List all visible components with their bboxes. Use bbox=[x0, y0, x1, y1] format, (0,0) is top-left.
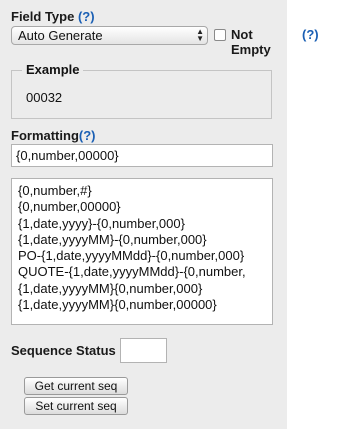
not-empty-help-link[interactable]: (?) bbox=[302, 27, 319, 42]
format-presets-list[interactable]: {0,number,#} {0,number,00000} {1,date,yyyy… bbox=[11, 178, 273, 325]
formatting-input[interactable]: {0,number,00000} bbox=[11, 144, 273, 167]
field-type-select[interactable]: Auto Generate ▲ ▼ bbox=[11, 26, 208, 45]
example-legend: Example bbox=[22, 62, 84, 77]
example-value: 00032 bbox=[26, 90, 63, 105]
formatting-help-link[interactable]: (?) bbox=[79, 128, 96, 143]
get-current-seq-button[interactable]: Get current seq bbox=[24, 377, 128, 395]
select-arrows-icon: ▲ ▼ bbox=[196, 27, 204, 43]
format-option[interactable]: {0,number,#} bbox=[18, 183, 272, 199]
format-option[interactable]: {1,date,yyyyMM}{0,number,000} bbox=[18, 281, 272, 297]
sequence-status-label: Sequence Status bbox=[11, 343, 116, 358]
set-current-seq-button[interactable]: Set current seq bbox=[24, 397, 128, 415]
field-settings-panel: Field Type (?) Auto Generate ▲ ▼ Not Empt… bbox=[0, 0, 319, 429]
field-type-label: Field Type (?) bbox=[11, 9, 95, 24]
format-option[interactable]: {1,date,yyyyMM}-{0,number,000} bbox=[18, 232, 272, 248]
format-option[interactable]: PO-{1,date,yyyyMMdd}-{0,number,000} bbox=[18, 248, 272, 264]
field-type-help-link[interactable]: (?) bbox=[78, 9, 95, 24]
format-option[interactable]: {1,date,yyyyMM}{0,number,00000} bbox=[18, 297, 272, 313]
sequence-status-input[interactable] bbox=[120, 338, 167, 363]
not-empty-label[interactable]: Not Empty bbox=[231, 27, 287, 57]
not-empty-checkbox[interactable] bbox=[214, 29, 226, 41]
formatting-label: Formatting(?) bbox=[11, 128, 96, 143]
format-option[interactable]: {1,date,yyyy}-{0,number,000} bbox=[18, 216, 272, 232]
format-option[interactable]: {0,number,00000} bbox=[18, 199, 272, 215]
field-type-selected-value: Auto Generate bbox=[18, 28, 103, 43]
format-option[interactable]: QUOTE-{1,date,yyyyMMdd}-{0,number, bbox=[18, 264, 272, 280]
